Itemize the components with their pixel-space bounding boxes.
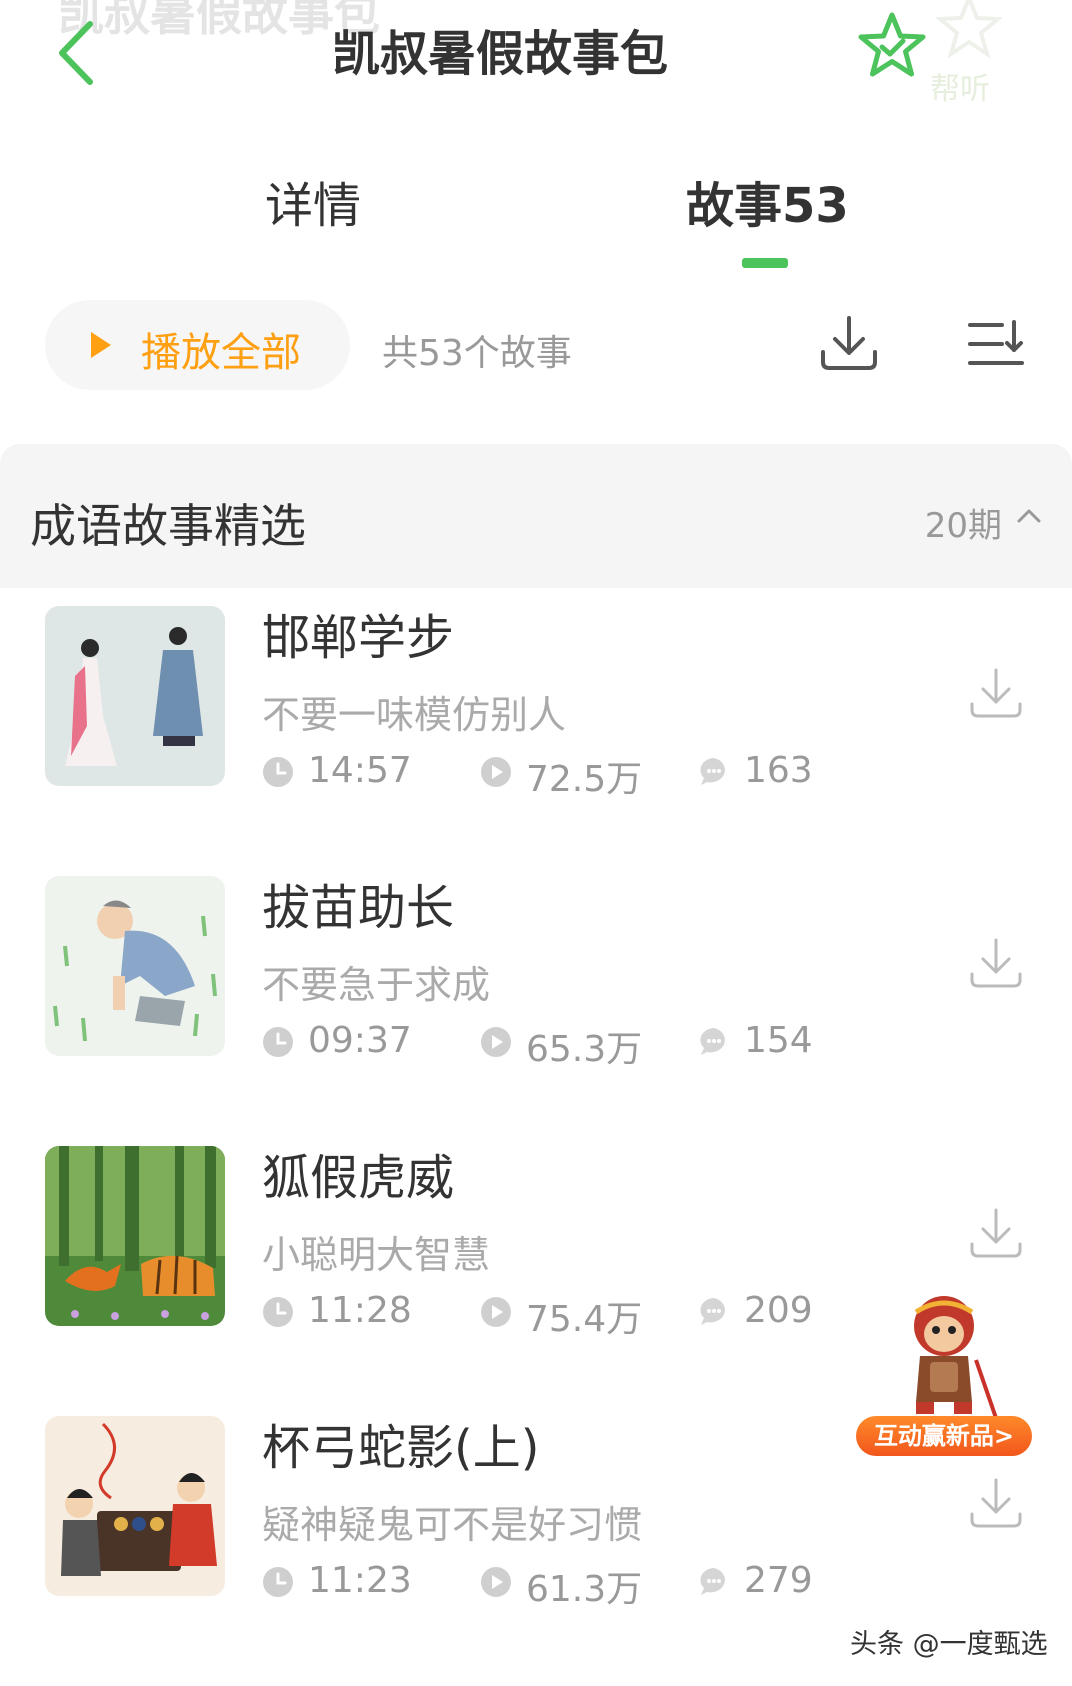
story-title: 拔苗助长: [262, 880, 455, 936]
active-tab-indicator: [742, 258, 788, 268]
comment-count-text: 279: [744, 1560, 813, 1601]
faded-help-text: 帮听: [930, 72, 990, 107]
clock-icon: [263, 1297, 293, 1327]
section-title: 成语故事精选: [30, 499, 306, 553]
play-circle-icon: [481, 757, 511, 787]
play-circle-icon: [481, 1567, 511, 1597]
list-item[interactable]: 邯郸学步 不要一味模仿别人 14:57 72.5万 163: [0, 606, 1072, 876]
story-thumbnail: [45, 876, 225, 1056]
story-title: 杯弓蛇影(上): [262, 1420, 540, 1476]
play-count-text: 65.3万: [526, 1029, 643, 1070]
page-title: 凯叔暑假故事包: [331, 26, 668, 82]
section-header: 成语故事精选 20期: [0, 444, 1072, 588]
comment-count-text: 209: [744, 1290, 813, 1331]
faded-star-icon: [936, 0, 1002, 59]
watermark: 头条 @一度甄选: [850, 1629, 1048, 1660]
story-subtitle: 不要急于求成: [262, 963, 491, 1007]
play-count-text: 75.4万: [526, 1299, 643, 1340]
comment-count-text: 154: [744, 1020, 813, 1061]
story-title: 狐假虎威: [262, 1150, 455, 1206]
download-icon[interactable]: [818, 312, 880, 374]
clock-icon: [263, 1567, 293, 1597]
download-icon[interactable]: [968, 936, 1024, 992]
comment-icon: [700, 1028, 725, 1055]
play-count-text: 72.5万: [526, 759, 643, 800]
story-title: 邯郸学步: [262, 610, 455, 666]
list-item[interactable]: 拔苗助长 不要急于求成 09:37 65.3万 154: [0, 876, 1072, 1146]
download-icon[interactable]: [968, 666, 1024, 722]
story-thumbnail: [45, 606, 225, 786]
comment-icon: [700, 758, 725, 785]
comment-icon: [700, 1568, 725, 1595]
play-count-text: 61.3万: [526, 1569, 643, 1610]
duration-text: 11:28: [308, 1290, 412, 1331]
play-circle-icon: [481, 1027, 511, 1057]
back-button[interactable]: [52, 18, 98, 88]
story-subtitle: 不要一味模仿别人: [262, 693, 567, 737]
play-circle-icon: [481, 1297, 511, 1327]
story-subtitle: 疑神疑鬼可不是好习惯: [262, 1503, 643, 1547]
story-thumbnail: [45, 1146, 225, 1326]
chevron-up-icon[interactable]: [1016, 506, 1042, 526]
story-subtitle: 小聪明大智慧: [262, 1233, 491, 1277]
duration-text: 11:23: [308, 1560, 412, 1601]
download-icon[interactable]: [968, 1206, 1024, 1262]
story-total: 共53个故事: [382, 333, 572, 374]
play-all-button[interactable]: 播放全部: [45, 300, 350, 390]
tab-detail[interactable]: 详情: [265, 166, 361, 236]
duration-text: 14:57: [308, 750, 412, 791]
play-all-label: 播放全部: [141, 330, 301, 376]
clock-icon: [263, 1027, 293, 1057]
duration-text: 09:37: [308, 1020, 412, 1061]
promo-float-button[interactable]: 互动赢新品>: [856, 1290, 1032, 1490]
favorite-star-icon[interactable]: [856, 10, 928, 82]
promo-label: 互动赢新品>: [856, 1416, 1032, 1456]
comment-icon: [700, 1298, 725, 1325]
tab-stories[interactable]: 故事53: [686, 166, 849, 236]
story-thumbnail: [45, 1416, 225, 1596]
monkey-king-mascot-icon: [914, 1296, 998, 1419]
play-icon: [91, 332, 111, 358]
comment-count-text: 163: [744, 750, 813, 791]
sort-list-icon[interactable]: [966, 318, 1026, 370]
section-count: 20期: [924, 506, 1002, 546]
clock-icon: [263, 757, 293, 787]
